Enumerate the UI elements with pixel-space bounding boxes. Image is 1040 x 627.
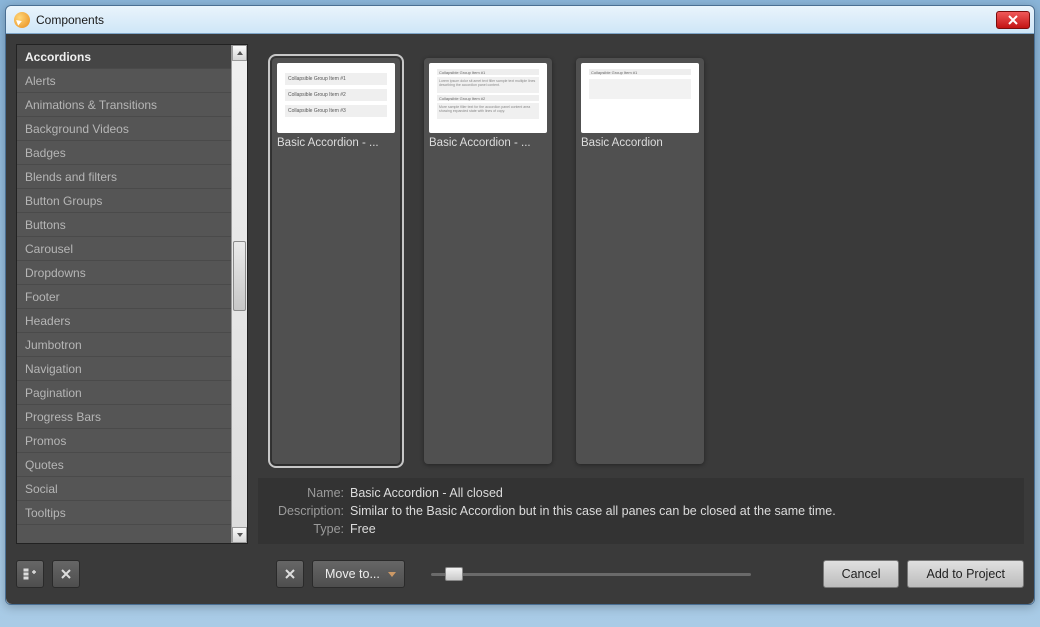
app-icon (14, 12, 30, 28)
clear-button[interactable] (276, 560, 304, 588)
thumb-row: Collapsible Group Item #3 (285, 105, 387, 117)
bottom-toolbar: Move to... Cancel Add to Project (16, 554, 1024, 594)
titlebar[interactable]: Components (6, 6, 1034, 34)
component-caption: Basic Accordion - ... (277, 137, 395, 149)
slider-track (431, 573, 751, 576)
details-description-value: Similar to the Basic Accordion but in th… (350, 504, 1010, 518)
component-card[interactable]: Collapsible Group Item #1 Collapsible Gr… (272, 58, 400, 464)
category-item[interactable]: Quotes (17, 453, 231, 477)
details-description-label: Description: (272, 504, 344, 518)
category-item[interactable]: Carousel (17, 237, 231, 261)
new-folder-button[interactable] (16, 560, 44, 588)
slider-thumb[interactable] (445, 567, 463, 581)
cancel-label: Cancel (842, 567, 881, 581)
category-item[interactable]: Headers (17, 309, 231, 333)
category-item[interactable]: Footer (17, 285, 231, 309)
move-to-dropdown[interactable]: Move to... (312, 560, 405, 588)
category-item[interactable]: Blends and filters (17, 165, 231, 189)
add-to-project-label: Add to Project (926, 567, 1005, 581)
component-thumbnail: Collapsible Group Item #1 (581, 63, 699, 133)
component-card[interactable]: Collapsible Group Item #1 Lorem ipsum do… (424, 58, 552, 464)
thumb-row: Collapsible Group Item #2 (285, 89, 387, 101)
add-to-project-button[interactable]: Add to Project (907, 560, 1024, 588)
category-item[interactable]: Accordions (17, 45, 231, 69)
component-caption: Basic Accordion - ... (429, 137, 547, 149)
component-card[interactable]: Collapsible Group Item #1 Basic Accordio… (576, 58, 704, 464)
category-item[interactable]: Tooltips (17, 501, 231, 525)
category-scrollbar[interactable] (231, 45, 247, 543)
scroll-up-button[interactable] (232, 45, 247, 61)
component-gallery: Collapsible Group Item #1 Collapsible Gr… (258, 44, 1024, 478)
component-thumbnail: Collapsible Group Item #1 Collapsible Gr… (277, 63, 395, 133)
category-item[interactable]: Promos (17, 429, 231, 453)
category-item[interactable]: Social (17, 477, 231, 501)
category-item[interactable]: Navigation (17, 357, 231, 381)
cancel-button[interactable]: Cancel (823, 560, 900, 588)
window-title: Components (36, 13, 104, 27)
component-caption: Basic Accordion (581, 137, 699, 149)
category-item[interactable]: Button Groups (17, 189, 231, 213)
zoom-slider[interactable] (431, 564, 751, 584)
thumb-row: Collapsible Group Item #1 (285, 73, 387, 85)
scroll-down-button[interactable] (232, 527, 247, 543)
details-type-label: Type: (272, 522, 344, 536)
close-icon (283, 567, 297, 581)
category-item[interactable]: Alerts (17, 69, 231, 93)
category-item[interactable]: Pagination (17, 381, 231, 405)
details-name-value: Basic Accordion - All closed (350, 486, 1010, 500)
component-thumbnail: Collapsible Group Item #1 Lorem ipsum do… (429, 63, 547, 133)
category-panel: AccordionsAlertsAnimations & Transitions… (16, 44, 248, 544)
category-item[interactable]: Buttons (17, 213, 231, 237)
scroll-track[interactable] (232, 61, 247, 527)
close-icon (59, 567, 73, 581)
category-item[interactable]: Jumbotron (17, 333, 231, 357)
category-item[interactable]: Dropdowns (17, 261, 231, 285)
window-close-button[interactable] (996, 11, 1030, 29)
category-item[interactable]: Animations & Transitions (17, 93, 231, 117)
category-item[interactable]: Background Videos (17, 117, 231, 141)
components-dialog: Components AccordionsAlertsAnimations & … (5, 5, 1035, 605)
category-item[interactable]: Badges (17, 141, 231, 165)
category-list[interactable]: AccordionsAlertsAnimations & Transitions… (17, 45, 231, 543)
move-to-label: Move to... (325, 567, 380, 581)
category-item[interactable]: Progress Bars (17, 405, 231, 429)
scroll-thumb[interactable] (233, 241, 246, 311)
close-icon (1008, 15, 1018, 25)
tree-add-icon (23, 567, 37, 581)
details-type-value: Free (350, 522, 1010, 536)
details-panel: Name: Basic Accordion - All closed Descr… (258, 478, 1024, 544)
delete-button[interactable] (52, 560, 80, 588)
details-name-label: Name: (272, 486, 344, 500)
